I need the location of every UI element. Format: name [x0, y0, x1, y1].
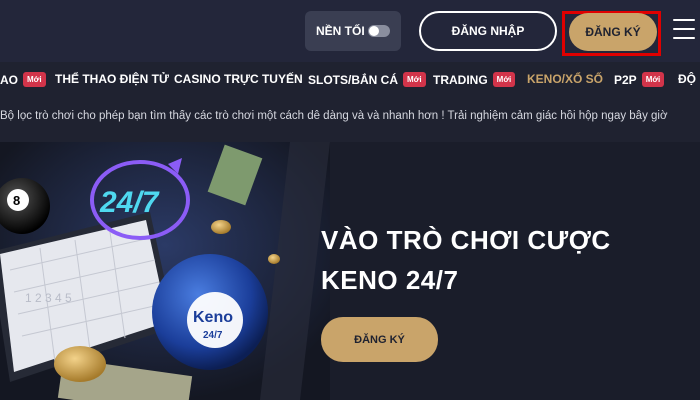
main-nav: AO Mới THỂ THAO ĐIỆN TỬ CASINO TRỰC TUYẾ…: [0, 62, 700, 98]
toggle-switch-icon[interactable]: [368, 25, 390, 37]
nav-item-trading[interactable]: TRADING Mới: [433, 72, 516, 87]
hero-title: VÀO TRÒ CHƠI CƯỢC KENO 24/7: [321, 220, 611, 300]
nav-item-label: ĐỘ: [678, 72, 696, 86]
nav-item-live-casino[interactable]: CASINO TRỰC TUYẾN: [174, 72, 303, 86]
marquee-text: Bộ lọc trò chơi cho phép bạn tìm thấy cá…: [0, 110, 668, 122]
new-badge: Mới: [403, 72, 426, 87]
hero-title-line1: VÀO TRÒ CHƠI CƯỢC: [321, 225, 611, 255]
login-button[interactable]: ĐĂNG NHẬP: [419, 11, 557, 51]
nav-item-label: THỂ THAO ĐIỆN TỬ: [55, 72, 169, 86]
dark-mode-label: NỀN TỐI: [316, 24, 365, 38]
nav-item-label: AO: [0, 72, 18, 87]
svg-text:1 2 3 4 5: 1 2 3 4 5: [25, 291, 72, 305]
nav-item-label: TRADING: [433, 72, 488, 87]
nav-item-label: CASINO TRỰC TUYẾN: [174, 72, 303, 86]
hamburger-menu-icon[interactable]: [673, 19, 695, 39]
hero-title-line2: KENO 24/7: [321, 265, 459, 295]
nav-item-esports[interactable]: THỂ THAO ĐIỆN TỬ: [55, 72, 169, 86]
signup-button[interactable]: ĐĂNG KÝ: [569, 13, 657, 51]
new-badge: Mới: [23, 72, 46, 87]
top-bar: NỀN TỐI ĐĂNG NHẬP ĐĂNG KÝ: [0, 0, 700, 62]
dark-mode-toggle-button[interactable]: NỀN TỐI: [305, 11, 401, 51]
svg-text:Keno: Keno: [193, 309, 233, 326]
keno-ball-icon: Keno 24/7: [152, 254, 268, 370]
hero-signup-button[interactable]: ĐĂNG KÝ: [321, 317, 438, 362]
nav-item-slots[interactable]: SLOTS/BẮN CÁ Mới: [308, 72, 426, 87]
hero-banner: 1 2 3 4 5 24/7 8 Keno 24/7 VÀO TRÒ CHƠI …: [0, 142, 700, 400]
hero-signup-label: ĐĂNG KÝ: [354, 333, 405, 346]
nav-item-label: KENO/XỔ SỐ: [527, 72, 604, 86]
nav-item-label: P2P: [614, 72, 637, 87]
new-badge: Mới: [641, 72, 665, 87]
new-badge: Mới: [492, 72, 516, 87]
signup-label: ĐĂNG KÝ: [585, 25, 641, 39]
svg-text:24/7: 24/7: [99, 186, 160, 219]
announcement-marquee: Bộ lọc trò chơi cho phép bạn tìm thấy cá…: [0, 110, 700, 132]
svg-text:8: 8: [13, 193, 20, 208]
login-label: ĐĂNG NHẬP: [451, 24, 525, 38]
nav-item-more[interactable]: ĐỘ: [678, 72, 696, 86]
svg-text:24/7: 24/7: [203, 330, 223, 341]
nav-item-keno-lottery[interactable]: KENO/XỔ SỐ: [527, 72, 603, 86]
nav-item-sports[interactable]: AO Mới: [0, 72, 46, 87]
nav-item-p2p[interactable]: P2P Mới: [614, 72, 665, 87]
keno-hero-illustration: 1 2 3 4 5 24/7 8 Keno 24/7: [0, 142, 330, 400]
nav-item-label: SLOTS/BẮN CÁ: [308, 72, 398, 87]
